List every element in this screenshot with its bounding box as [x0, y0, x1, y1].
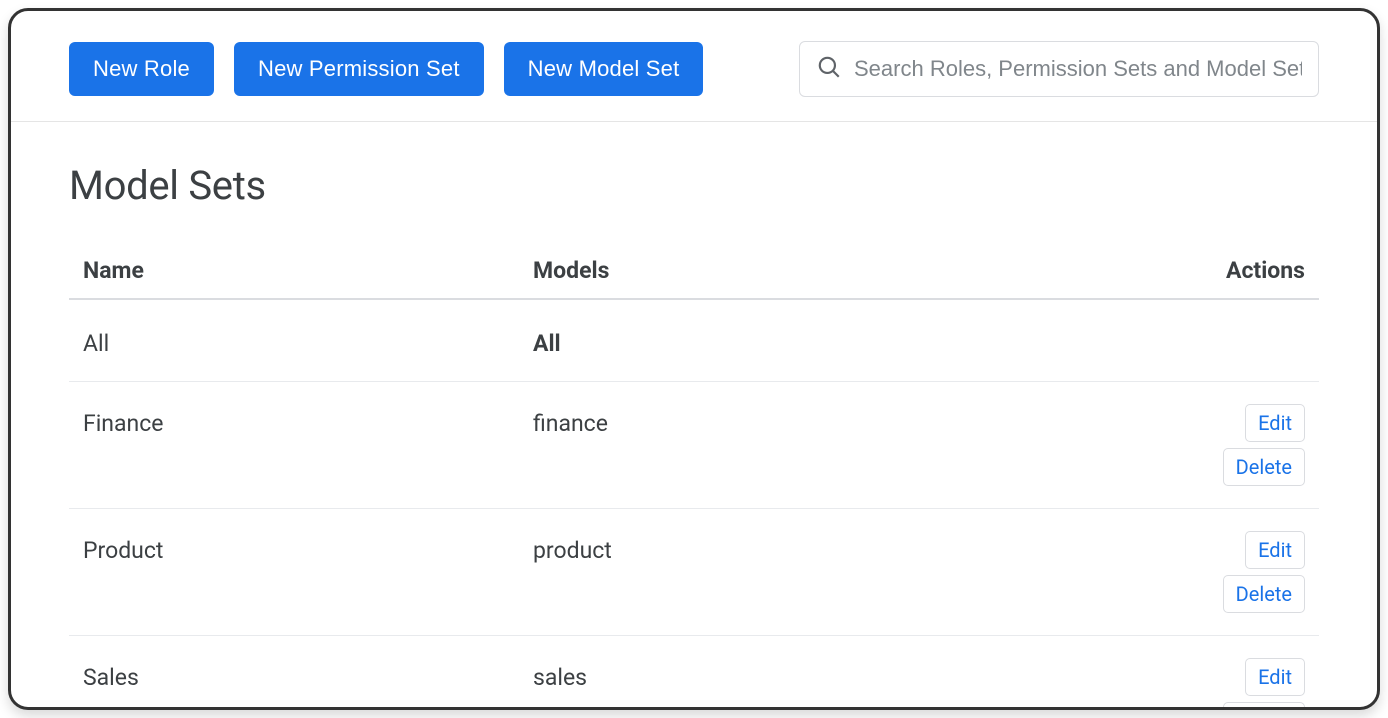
window-frame: New Role New Permission Set New Model Se… [8, 8, 1380, 710]
cell-actions: Edit Delete [1165, 404, 1305, 486]
column-header-models: Models [533, 257, 1165, 284]
cell-name: Sales [83, 658, 533, 691]
delete-button[interactable]: Delete [1223, 575, 1305, 613]
edit-button[interactable]: Edit [1245, 404, 1305, 442]
cell-models: finance [533, 404, 1165, 437]
search-icon [816, 54, 842, 84]
content: Model Sets Name Models Actions All All F… [11, 122, 1377, 710]
cell-models: product [533, 531, 1165, 564]
model-sets-table: Name Models Actions All All Finance fina… [69, 243, 1319, 710]
table-header: Name Models Actions [69, 243, 1319, 300]
page-title: Model Sets [69, 162, 1319, 209]
new-role-button[interactable]: New Role [69, 42, 214, 96]
column-header-name: Name [83, 257, 533, 284]
table-row: Finance finance Edit Delete [69, 382, 1319, 509]
table-row: Product product Edit Delete [69, 509, 1319, 636]
cell-models: sales [533, 658, 1165, 691]
edit-button[interactable]: Edit [1245, 658, 1305, 696]
cell-actions: Edit Delete [1165, 658, 1305, 710]
delete-button[interactable]: Delete [1223, 448, 1305, 486]
cell-actions: Edit Delete [1165, 531, 1305, 613]
table-row: Sales sales Edit Delete [69, 636, 1319, 710]
cell-name: Finance [83, 404, 533, 437]
table-row: All All [69, 300, 1319, 382]
new-permission-set-button[interactable]: New Permission Set [234, 42, 484, 96]
search-field-wrapper[interactable] [799, 41, 1319, 97]
cell-name: All [83, 324, 533, 357]
delete-button[interactable]: Delete [1223, 702, 1305, 710]
column-header-actions: Actions [1165, 257, 1305, 284]
toolbar: New Role New Permission Set New Model Se… [11, 11, 1377, 122]
edit-button[interactable]: Edit [1245, 531, 1305, 569]
cell-name: Product [83, 531, 533, 564]
search-input[interactable] [854, 56, 1302, 82]
cell-models: All [533, 324, 1165, 357]
new-model-set-button[interactable]: New Model Set [504, 42, 704, 96]
